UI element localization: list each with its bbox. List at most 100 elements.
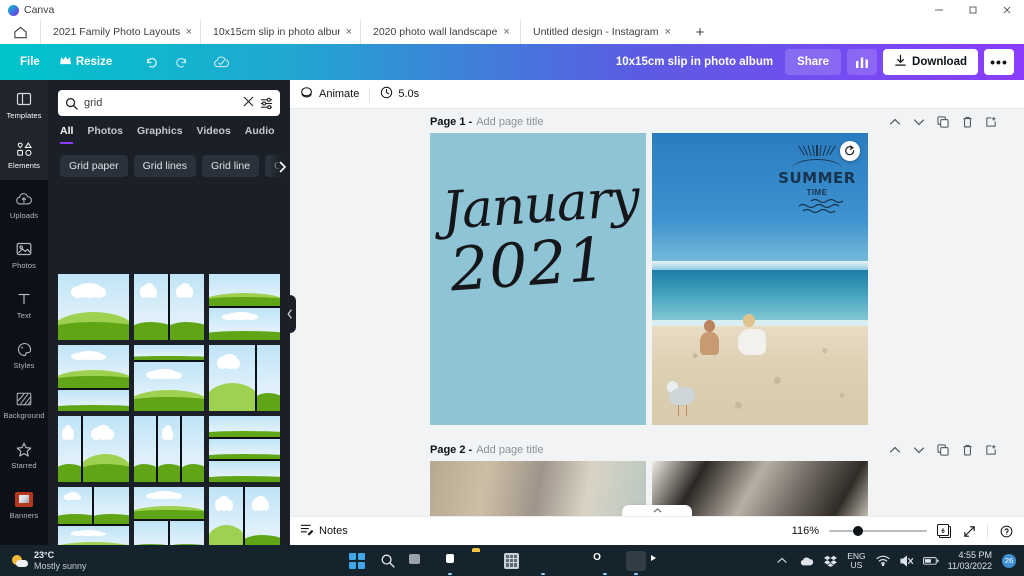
tab-photos[interactable]: Photos xyxy=(87,125,123,144)
tab-graphics[interactable]: Graphics xyxy=(137,125,183,144)
wifi-icon[interactable] xyxy=(876,554,890,568)
notification-badge[interactable]: 26 xyxy=(1002,553,1016,568)
bar-chart-icon[interactable] xyxy=(847,49,878,75)
calculator-button[interactable] xyxy=(502,551,522,571)
sidebar-item-background[interactable]: Background xyxy=(0,380,48,430)
tab-close-icon[interactable]: × xyxy=(186,26,192,38)
minimize-button[interactable] xyxy=(922,0,956,20)
browser-tab-0[interactable]: 2021 Family Photo Layouts × xyxy=(40,20,200,44)
search-button[interactable] xyxy=(378,551,398,571)
page-2-right-canvas[interactable] xyxy=(652,461,868,516)
grid-thumbnail[interactable] xyxy=(209,487,280,545)
page-1-right-canvas[interactable]: SUMMER TIME xyxy=(652,133,868,425)
grid-thumbnail[interactable] xyxy=(133,487,205,545)
chevron-up-icon[interactable] xyxy=(775,554,789,568)
sidebar-item-templates[interactable]: Templates xyxy=(0,80,48,130)
file-menu-button[interactable]: File xyxy=(10,49,50,75)
file-explorer-button[interactable] xyxy=(471,551,491,571)
tab-all[interactable]: All xyxy=(60,125,74,144)
new-tab-button[interactable]: + xyxy=(686,20,714,44)
start-button[interactable] xyxy=(347,551,367,571)
chip-grid-lines[interactable]: Grid lines xyxy=(133,155,196,177)
sidebar-item-uploads[interactable]: Uploads xyxy=(0,180,48,230)
tab-close-icon[interactable]: × xyxy=(503,26,509,38)
weather-widget[interactable]: 23°C Mostly sunny xyxy=(0,550,87,571)
teams-button[interactable] xyxy=(440,551,460,575)
download-button[interactable]: Download xyxy=(883,49,978,75)
browser-tab-3[interactable]: Untitled design - Instagram × xyxy=(520,20,686,44)
chip-grid-paper[interactable]: Grid paper xyxy=(60,155,128,177)
canvas-scroll-area[interactable]: Page 1 - Add page title January 2021 SUM… xyxy=(290,109,1024,516)
january-text-element[interactable]: January 2021 xyxy=(440,168,641,306)
add-page-icon[interactable] xyxy=(984,443,998,457)
animate-button[interactable]: Animate xyxy=(300,86,359,103)
duplicate-icon[interactable] xyxy=(936,115,950,129)
zoom-slider[interactable] xyxy=(829,524,927,538)
zoom-button[interactable] xyxy=(657,551,677,571)
volume-muted-icon[interactable] xyxy=(900,554,914,568)
browser-tab-2[interactable]: 2020 photo wall landscape × xyxy=(360,20,520,44)
filters-icon[interactable] xyxy=(260,97,273,110)
sidebar-item-elements[interactable]: Elements xyxy=(0,130,48,180)
cloud-saved-icon[interactable] xyxy=(206,49,236,75)
tab-videos[interactable]: Videos xyxy=(197,125,231,144)
more-options-button[interactable]: ••• xyxy=(984,49,1014,75)
duplicate-icon[interactable] xyxy=(936,443,950,457)
battery-icon[interactable] xyxy=(922,554,939,568)
canva-button[interactable] xyxy=(626,550,646,575)
tab-close-icon[interactable]: × xyxy=(346,26,352,38)
delete-icon[interactable] xyxy=(960,115,974,129)
home-icon[interactable] xyxy=(0,20,40,44)
redo-icon[interactable] xyxy=(166,49,196,75)
zoom-handle[interactable] xyxy=(852,526,863,536)
tab-close-icon[interactable]: × xyxy=(664,26,670,38)
grid-thumbnail[interactable] xyxy=(58,416,129,482)
sidebar-item-text[interactable]: Text xyxy=(0,280,48,330)
page-title-input[interactable]: Add page title xyxy=(476,444,543,456)
grid-thumbnail[interactable] xyxy=(58,274,129,340)
fullscreen-icon[interactable] xyxy=(961,523,977,539)
page-1-left-canvas[interactable]: January 2021 xyxy=(430,133,646,425)
grid-thumbnail[interactable] xyxy=(58,487,129,545)
sidebar-item-photos[interactable]: Photos xyxy=(0,230,48,280)
delete-icon[interactable] xyxy=(960,443,974,457)
chip-grid-line[interactable]: Grid line xyxy=(201,155,260,177)
grid-thumbnail[interactable] xyxy=(209,345,280,411)
edge-button[interactable] xyxy=(564,551,584,571)
move-up-icon[interactable] xyxy=(888,443,902,457)
language-indicator[interactable]: ENG US xyxy=(847,551,865,570)
rotate-icon[interactable] xyxy=(840,141,860,161)
sidebar-item-banners[interactable]: Banners xyxy=(0,480,48,530)
maximize-button[interactable] xyxy=(956,0,990,20)
move-down-icon[interactable] xyxy=(912,115,926,129)
browser-tab-1[interactable]: 10x15cm slip in photo albur × xyxy=(200,20,360,44)
chevron-right-icon[interactable] xyxy=(270,155,290,177)
search-input[interactable]: grid xyxy=(58,90,280,116)
grid-thumbnail[interactable] xyxy=(209,274,280,340)
dropbox-icon[interactable] xyxy=(823,554,837,568)
onedrive-icon[interactable] xyxy=(799,554,813,568)
undo-icon[interactable] xyxy=(136,49,166,75)
add-page-icon[interactable] xyxy=(984,115,998,129)
close-button[interactable] xyxy=(990,0,1024,20)
clear-icon[interactable] xyxy=(243,96,254,110)
notes-button[interactable]: Notes xyxy=(300,523,348,539)
sidebar-item-starred[interactable]: Starred xyxy=(0,430,48,480)
chrome-button[interactable] xyxy=(533,551,553,575)
page-2-left-canvas[interactable] xyxy=(430,461,646,516)
move-down-icon[interactable] xyxy=(912,443,926,457)
collapse-panel-button[interactable] xyxy=(284,295,296,333)
grid-thumbnail[interactable] xyxy=(209,416,280,482)
task-view-button[interactable] xyxy=(409,551,429,571)
grid-thumbnail[interactable] xyxy=(58,345,129,411)
grid-thumbnail[interactable] xyxy=(133,274,205,340)
page-title-input[interactable]: Add page title xyxy=(476,116,543,128)
tab-audio[interactable]: Audio xyxy=(245,125,275,144)
outlook-button[interactable] xyxy=(595,551,615,575)
resize-button[interactable]: Resize xyxy=(50,49,122,75)
grid-thumbnail[interactable] xyxy=(133,345,205,411)
duration-button[interactable]: 5.0s xyxy=(380,86,419,102)
grid-thumbnail[interactable] xyxy=(133,416,205,482)
page-count-button[interactable]: 6 xyxy=(937,524,951,538)
clock[interactable]: 4:55 PM 11/03/2022 xyxy=(948,550,992,571)
